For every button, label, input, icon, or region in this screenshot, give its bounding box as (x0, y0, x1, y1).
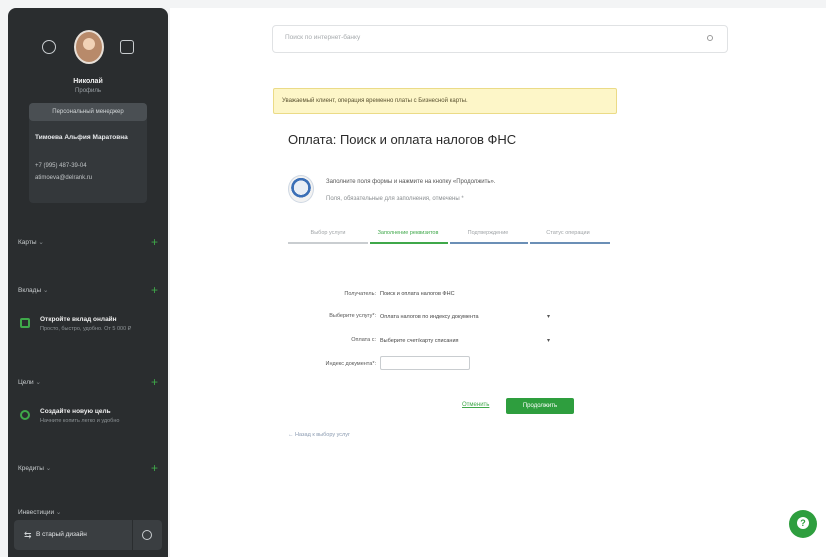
account-select-value: Выберите счет/карту списания (380, 338, 459, 344)
add-card-icon[interactable]: + (151, 235, 158, 249)
sidebar-section-label: Вклады (18, 287, 42, 294)
service-select-value: Оплата налогов по индексу документа (380, 314, 479, 320)
promo-subtitle: Начните копить легко и удобно (40, 418, 120, 424)
continue-button[interactable]: Продолжить (506, 398, 574, 414)
payee-row: Получатель: Поиск и оплата налогов ФНС (288, 288, 588, 304)
chevron-down-icon: ▾ (546, 338, 550, 344)
service-label: Выберите услугу*: (329, 313, 376, 319)
promo-open-deposit[interactable]: Откройте вклад онлайн Просто, быстро, уд… (18, 314, 163, 344)
sidebar-section-loans[interactable]: Кредиты ⌄ + (18, 461, 158, 475)
promo-title: Откройте вклад онлайн (40, 316, 117, 323)
settings-icon[interactable] (42, 40, 56, 54)
account-label: Оплата с: (351, 337, 376, 343)
sidebar: Николай Профиль Персональный менеджер Ти… (8, 8, 168, 557)
step-2: Заполнение реквизитов (377, 230, 439, 236)
payee-value: Поиск и оплата налогов ФНС (380, 291, 455, 297)
personal-manager-card: Персональный менеджер Тимоева Альфия Мар… (29, 103, 147, 203)
sidebar-section-label: Цели (18, 379, 34, 386)
goal-icon (20, 410, 30, 420)
deposit-icon (20, 318, 30, 328)
gear-icon[interactable] (142, 530, 152, 540)
back-to-services-link[interactable]: ← Назад к выбору услуг (288, 432, 350, 438)
account-row: Оплата с: Выберите счет/карту списания ▾ (288, 334, 588, 350)
step-bar-1 (288, 242, 368, 244)
required-fields-note: Поля, обязательные для заполнения, отмеч… (326, 196, 464, 202)
old-design-label: В старый дизайн (36, 531, 87, 538)
search-input[interactable] (283, 33, 687, 42)
add-loan-icon[interactable]: + (151, 461, 158, 475)
sidebar-section-investments[interactable]: Инвестиции ⌄ (18, 508, 158, 516)
progress-steps: Выбор услуги Заполнение реквизитов Подтв… (288, 230, 610, 250)
user-name[interactable]: Николай (8, 78, 168, 85)
sidebar-section-cards[interactable]: Карты ⌄ + (18, 235, 158, 249)
instruction-text: Заполните поля формы и нажмите на кнопку… (326, 179, 496, 185)
manager-phone[interactable]: +7 (995) 487-39-04 (35, 163, 87, 169)
personal-manager-button[interactable]: Персональный менеджер (29, 103, 147, 121)
step-bar-3 (450, 242, 528, 244)
mail-icon[interactable] (120, 40, 134, 54)
warning-notice: Уважаемый клиент, операция временно плат… (273, 88, 617, 114)
promo-create-goal[interactable]: Создайте новую цель Начните копить легко… (18, 406, 163, 436)
service-row: Выберите услугу*: Оплата налогов по инде… (288, 310, 588, 326)
promo-subtitle: Просто, быстро, удобно. От 5 000 ₽ (40, 326, 132, 332)
cancel-link[interactable]: Отменить (462, 402, 489, 408)
index-label: Индекс документа*: (325, 361, 377, 367)
fns-logo-icon (288, 175, 314, 203)
sidebar-section-label: Кредиты (18, 465, 44, 472)
step-bar-4 (530, 242, 610, 244)
sidebar-section-goals[interactable]: Цели ⌄ + (18, 375, 158, 389)
step-1: Выбор услуги (310, 230, 346, 236)
sidebar-section-label: Карты (18, 239, 37, 246)
old-design-button[interactable]: ⇆ В старый дизайн (14, 520, 162, 550)
account-select[interactable]: Выберите счет/карту списания ▾ (380, 334, 550, 348)
manager-email[interactable]: atimoeva@delrank.ru (35, 175, 92, 181)
index-row: Индекс документа*: (288, 356, 588, 374)
page-title: Оплата: Поиск и оплата налогов ФНС (288, 132, 517, 147)
search-icon[interactable] (707, 35, 713, 41)
switch-icon: ⇆ (24, 530, 32, 540)
avatar[interactable] (74, 30, 104, 64)
payee-label: Получатель: (344, 291, 376, 297)
help-button[interactable]: ? (789, 510, 817, 538)
step-4: Статус операции (546, 230, 590, 236)
search-bar[interactable] (272, 25, 728, 53)
sidebar-section-label: Инвестиции (18, 509, 55, 516)
user-profile-link[interactable]: Профиль (8, 88, 168, 94)
step-3: Подтверждение (467, 230, 509, 236)
promo-title: Создайте новую цель (40, 408, 111, 415)
chevron-down-icon: ▾ (546, 314, 550, 320)
step-bar-2 (370, 242, 448, 244)
sidebar-section-deposits[interactable]: Вклады ⌄ + (18, 283, 158, 297)
add-deposit-icon[interactable]: + (151, 283, 158, 297)
service-select[interactable]: Оплата налогов по индексу документа ▾ (380, 310, 550, 324)
add-goal-icon[interactable]: + (151, 375, 158, 389)
question-icon: ? (797, 517, 809, 529)
document-index-input[interactable] (380, 356, 470, 370)
manager-name: Тимоева Альфия Маратовна (35, 134, 128, 141)
sidebar-header (8, 30, 168, 70)
divider (132, 520, 133, 550)
